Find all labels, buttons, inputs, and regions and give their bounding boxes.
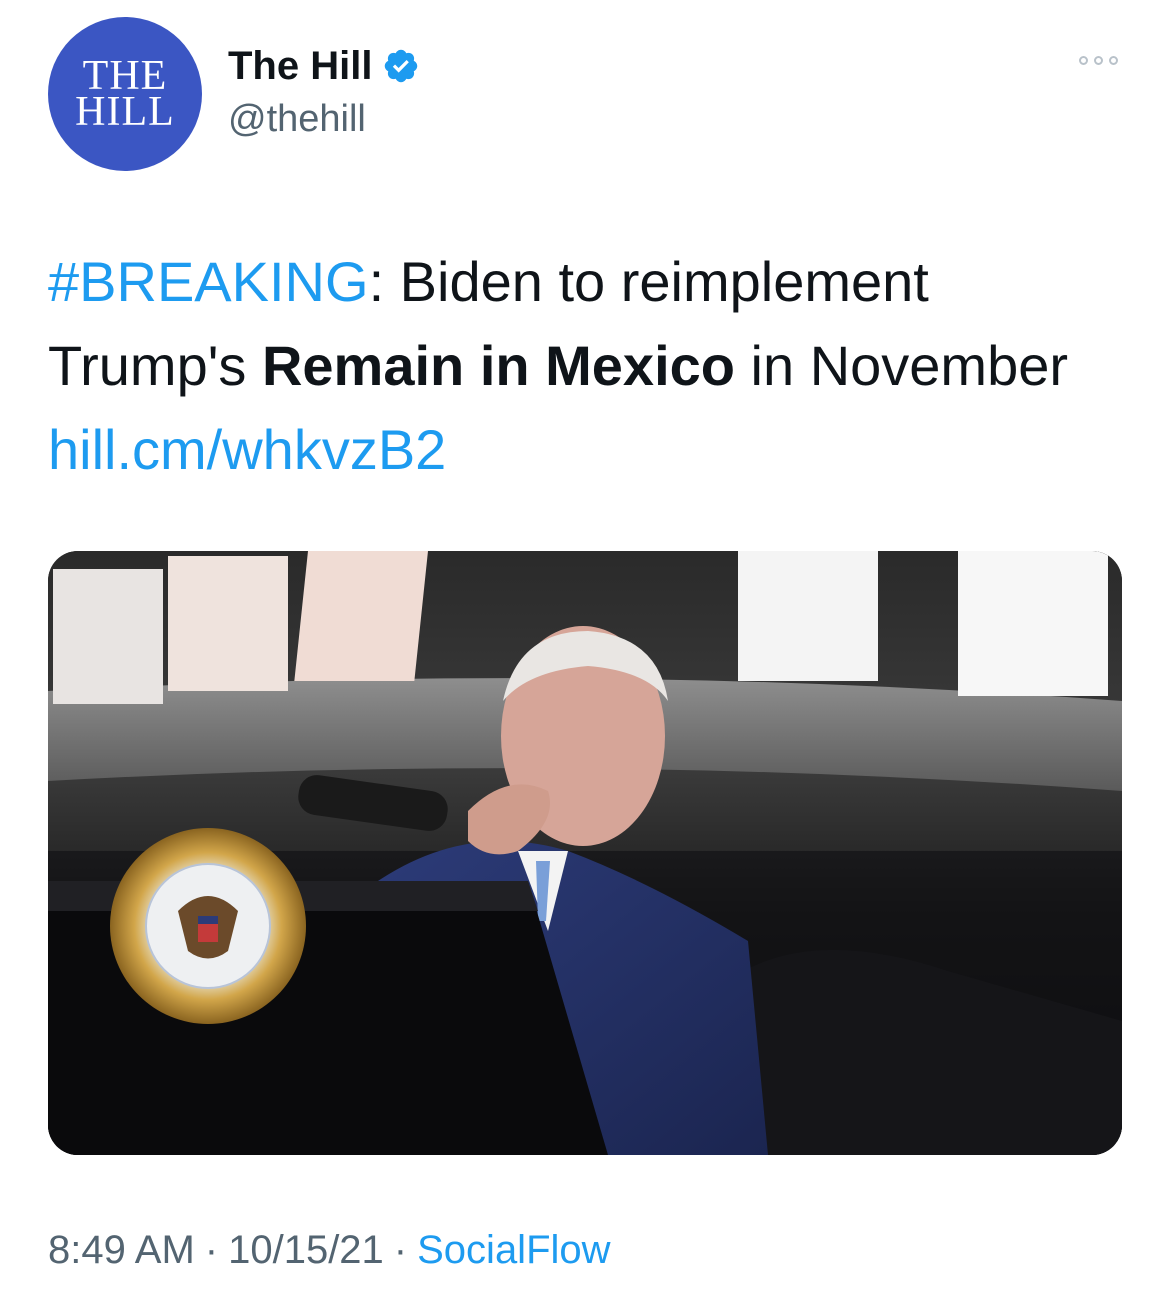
tweet-time[interactable]: 8:49 AM [48, 1228, 195, 1273]
tweet-source-link[interactable]: SocialFlow [417, 1228, 610, 1273]
tweet-photo[interactable] [48, 551, 1122, 1155]
tweet-text-part-2: in November [735, 334, 1069, 397]
tweet-meta: 8:49 AM · 10/15/21 · SocialFlow [48, 1228, 611, 1273]
more-dot [1079, 56, 1088, 65]
avatar[interactable]: THE HILL [48, 17, 202, 171]
tweet-text: #BREAKING: Biden to reimplement Trump's … [48, 240, 1128, 492]
display-name[interactable]: The Hill [228, 44, 372, 89]
avatar-logo-line-2: HILL [75, 89, 175, 135]
name-row: The Hill [228, 40, 420, 92]
more-options-icon[interactable] [1079, 56, 1118, 65]
author-block: The Hill @thehill [228, 40, 420, 141]
meta-separator: · [393, 1228, 408, 1272]
tweet-date[interactable]: 10/15/21 [228, 1228, 384, 1273]
verified-badge-icon [382, 47, 420, 85]
photo-illustration [48, 551, 1122, 1155]
more-dot [1109, 56, 1118, 65]
tweet-text-bold: Remain in Mexico [261, 334, 735, 397]
hashtag-link[interactable]: #BREAKING [48, 250, 369, 313]
meta-separator: · [204, 1228, 219, 1272]
more-dot [1094, 56, 1103, 65]
article-link[interactable]: hill.cm/whkvzB2 [48, 418, 446, 481]
user-handle[interactable]: @thehill [228, 98, 420, 141]
